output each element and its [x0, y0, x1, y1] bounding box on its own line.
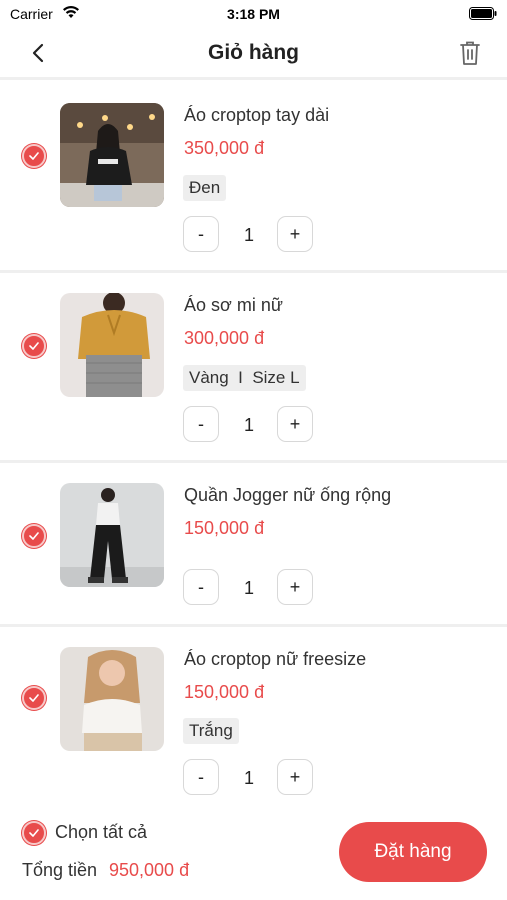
- cart-item: Áo croptop tay dài 350,000 đ Đen - 1 +: [0, 83, 507, 273]
- product-price: 150,000 đ: [184, 682, 265, 702]
- quantity-value: 1: [243, 768, 254, 788]
- increase-quantity-button[interactable]: +: [277, 759, 313, 795]
- page-title: Giỏ hàng: [208, 41, 299, 64]
- product-price: 300,000 đ: [184, 328, 265, 348]
- trash-icon[interactable]: [459, 40, 481, 66]
- quantity-value: 1: [243, 578, 254, 598]
- item-checkbox-icon[interactable]: [22, 686, 46, 710]
- variant-tag: Trắng: [183, 718, 239, 744]
- product-image: [60, 103, 164, 207]
- variant-tag: Vàng I Size L: [183, 365, 306, 391]
- cart-item: Áo croptop nữ freesize 150,000 đ Trắng -…: [0, 627, 507, 807]
- increase-quantity-button[interactable]: +: [277, 569, 313, 605]
- nav-bar: Giỏ hàng: [0, 28, 507, 80]
- increase-quantity-button[interactable]: +: [277, 406, 313, 442]
- item-checkbox-icon[interactable]: [22, 334, 46, 358]
- increase-quantity-button[interactable]: +: [277, 216, 313, 252]
- product-name: Áo croptop tay dài: [184, 105, 330, 125]
- product-name: Quần Jogger nữ ống rộng: [184, 485, 392, 505]
- status-time: 3:18 PM: [227, 6, 280, 22]
- decrease-quantity-button[interactable]: -: [183, 569, 219, 605]
- variant-tag: Đen: [183, 175, 227, 201]
- product-name: Áo croptop nữ freesize: [184, 649, 367, 669]
- total-value: 950,000 đ: [109, 860, 190, 880]
- item-checkbox-icon[interactable]: [22, 524, 46, 548]
- quantity-value: 1: [243, 225, 254, 245]
- product-image: [60, 293, 164, 397]
- product-price: 150,000 đ: [184, 518, 265, 538]
- select-all-label[interactable]: Chọn tất cả: [55, 822, 147, 843]
- product-image: [60, 647, 164, 751]
- cart-item: Quần Jogger nữ ống rộng 150,000 đ - 1 +: [0, 463, 507, 627]
- product-image: [60, 483, 164, 587]
- battery-icon: [469, 7, 497, 20]
- select-all-checkbox-icon[interactable]: [22, 821, 46, 845]
- product-name: Áo sơ mi nữ: [184, 295, 283, 315]
- item-checkbox-icon[interactable]: [22, 144, 46, 168]
- place-order-button[interactable]: Đặt hàng: [339, 822, 487, 882]
- product-price: 350,000 đ: [184, 138, 265, 158]
- decrease-quantity-button[interactable]: -: [183, 406, 219, 442]
- quantity-value: 1: [243, 415, 254, 435]
- cart-item: Áo sơ mi nữ 300,000 đ Vàng I Size L - 1 …: [0, 273, 507, 463]
- decrease-quantity-button[interactable]: -: [183, 759, 219, 795]
- decrease-quantity-button[interactable]: -: [183, 216, 219, 252]
- status-bar: Carrier 3:18 PM: [0, 0, 507, 28]
- total-label: Tổng tiền: [22, 860, 98, 880]
